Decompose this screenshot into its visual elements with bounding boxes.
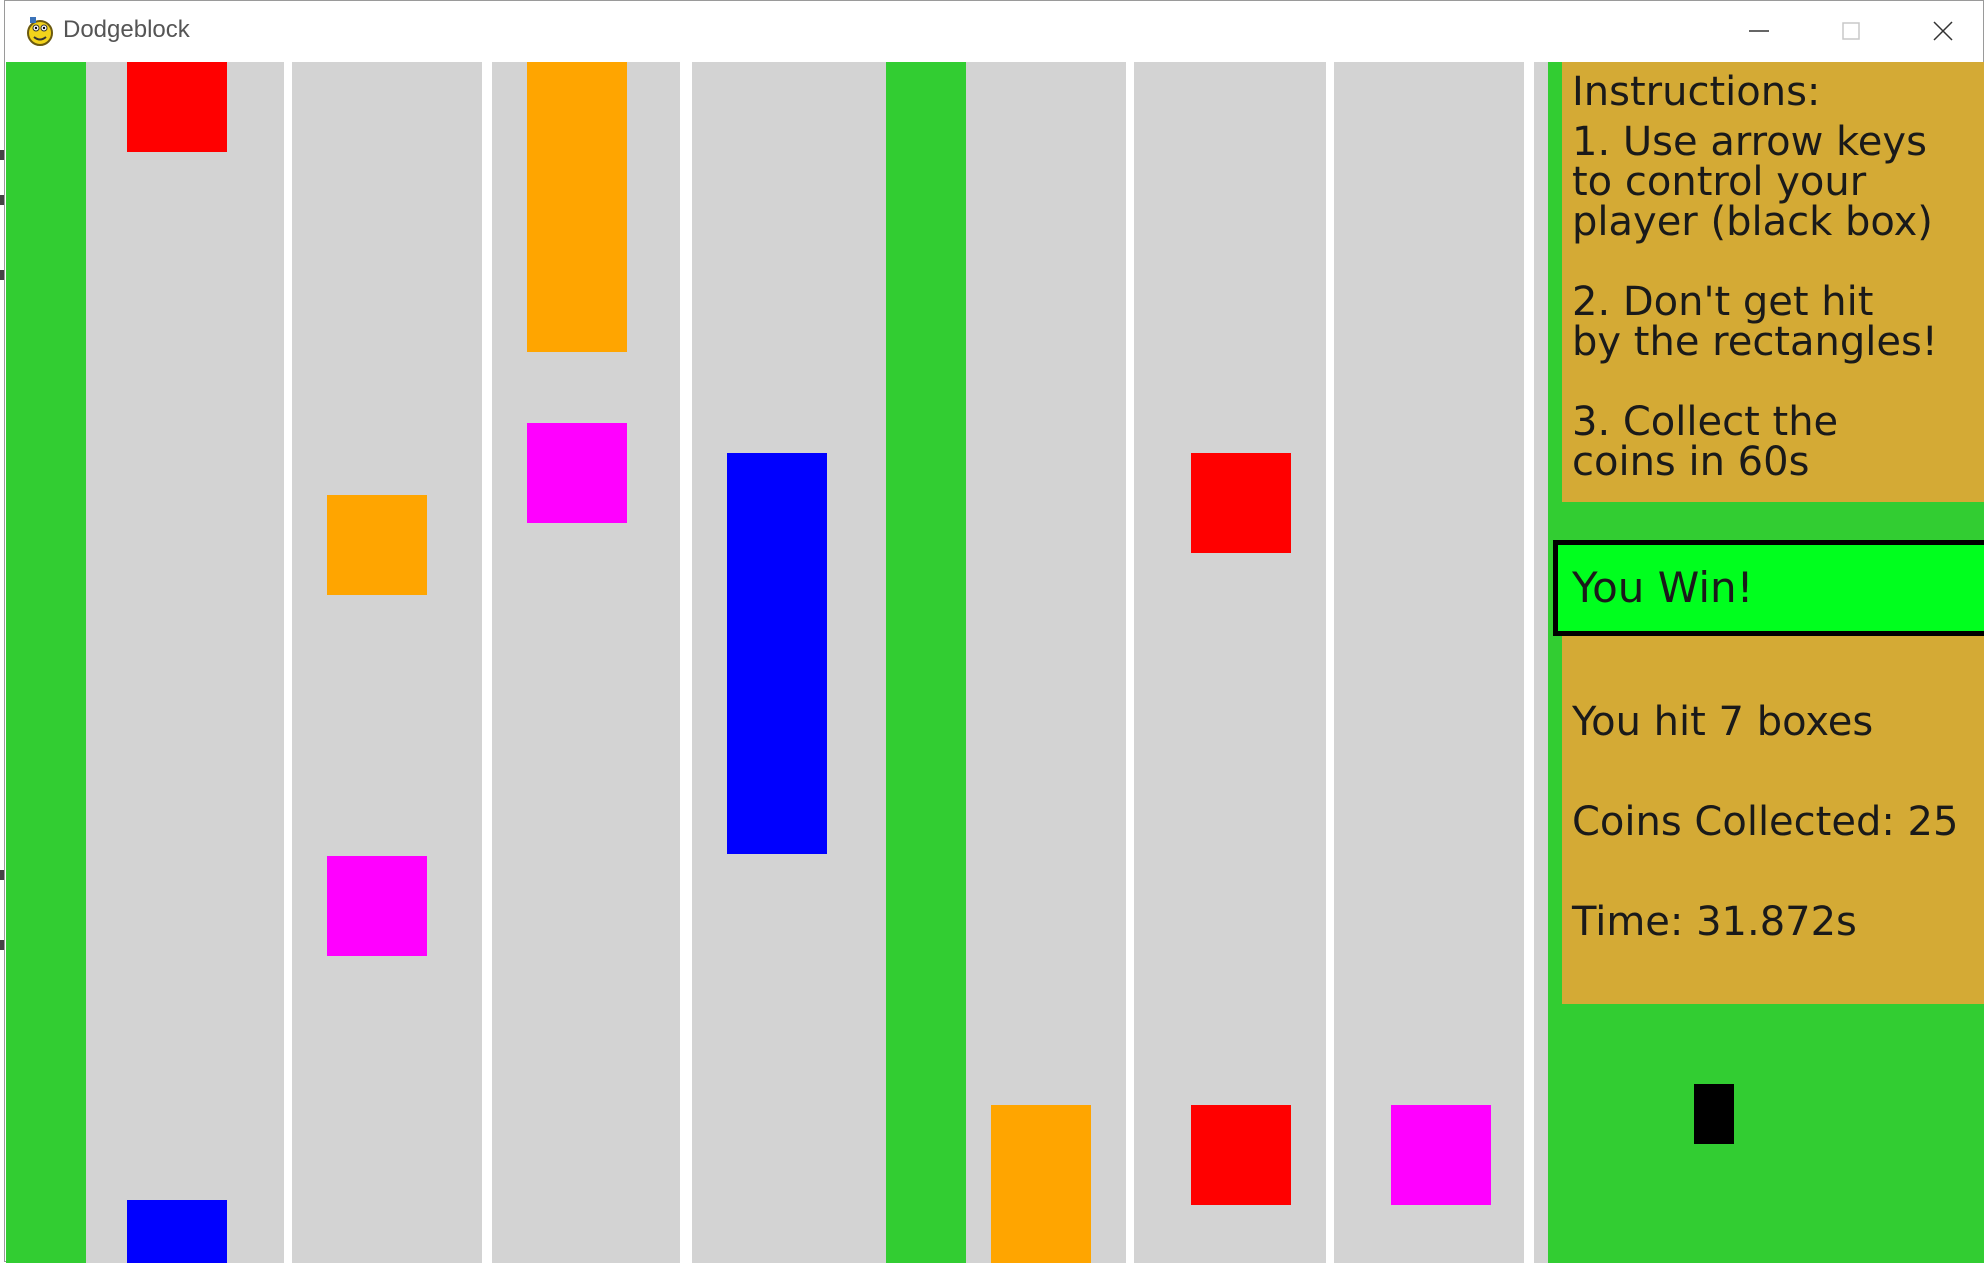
road-lane bbox=[292, 62, 482, 1263]
instruction-step-3: 3. Collect the bbox=[1572, 399, 1839, 445]
maximize-button[interactable] bbox=[1805, 1, 1897, 61]
orange-block-tall bbox=[527, 62, 627, 352]
stats-panel: You hit 7 boxes Coins Collected: 25 Time… bbox=[1562, 632, 1984, 1004]
road-lane bbox=[1134, 62, 1326, 1263]
magenta-block bbox=[527, 423, 627, 523]
coins-counter: Coins Collected: 25 bbox=[1572, 799, 1959, 845]
win-banner: You Win! bbox=[1553, 540, 1984, 636]
magenta-block bbox=[1391, 1105, 1491, 1205]
instruction-step-2: by the rectangles! bbox=[1572, 319, 1938, 365]
road-lane bbox=[966, 62, 1126, 1263]
instruction-step-1: player (black box) bbox=[1572, 199, 1933, 245]
win-message: You Win! bbox=[1572, 563, 1754, 612]
blue-block bbox=[127, 1200, 227, 1263]
magenta-block bbox=[327, 856, 427, 956]
instruction-step-3: coins in 60s bbox=[1572, 439, 1810, 485]
close-icon bbox=[1933, 21, 1953, 41]
time-readout: Time: 31.872s bbox=[1572, 899, 1857, 945]
road-lane-edge bbox=[1534, 62, 1548, 1263]
blue-block-tall bbox=[727, 453, 827, 854]
hud-sidebar: Instructions: 1. Use arrow keys to contr… bbox=[1548, 62, 1984, 1263]
red-block bbox=[1191, 453, 1291, 553]
player-box[interactable] bbox=[1694, 1084, 1734, 1144]
instruction-step-1: 1. Use arrow keys bbox=[1572, 119, 1927, 165]
pygame-snake-icon bbox=[25, 15, 55, 47]
instructions-panel: Instructions: 1. Use arrow keys to contr… bbox=[1562, 62, 1984, 502]
road-lane bbox=[86, 62, 284, 1263]
window-title: Dodgeblock bbox=[63, 16, 190, 43]
grass-strip-middle bbox=[886, 62, 966, 1263]
instruction-step-2: 2. Don't get hit bbox=[1572, 279, 1874, 325]
red-block bbox=[127, 62, 227, 152]
hits-counter: You hit 7 boxes bbox=[1572, 699, 1874, 745]
road-lane bbox=[1334, 62, 1524, 1263]
minimize-icon bbox=[1749, 30, 1769, 32]
close-button[interactable] bbox=[1897, 1, 1984, 61]
orange-block bbox=[327, 495, 427, 595]
minimize-button[interactable] bbox=[1713, 1, 1805, 61]
instructions-heading: Instructions: bbox=[1572, 69, 1821, 115]
game-canvas[interactable]: Instructions: 1. Use arrow keys to contr… bbox=[6, 62, 1984, 1263]
game-window: Dodgeblock Instructions: 1. Use arrow ke… bbox=[4, 0, 1984, 1263]
orange-block bbox=[991, 1105, 1091, 1263]
instruction-step-1: to control your bbox=[1572, 159, 1867, 205]
maximize-icon bbox=[1842, 22, 1860, 40]
red-block bbox=[1191, 1105, 1291, 1205]
grass-strip-left bbox=[6, 62, 86, 1263]
title-bar[interactable]: Dodgeblock bbox=[5, 1, 1983, 61]
